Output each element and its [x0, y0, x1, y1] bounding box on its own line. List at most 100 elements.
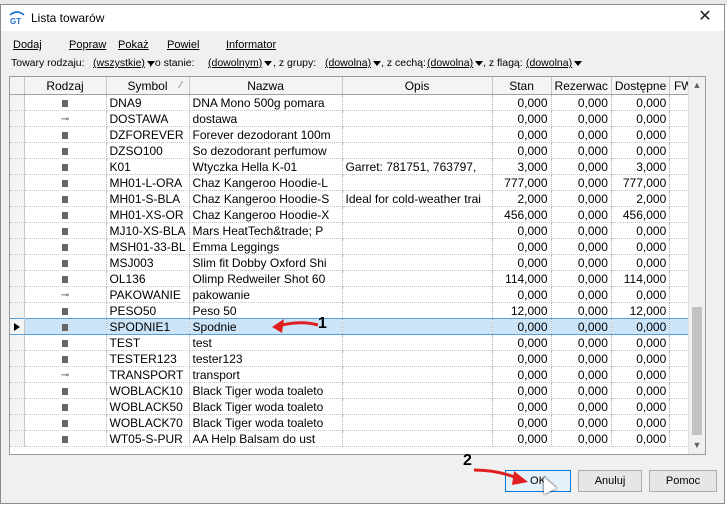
- cell-name: Chaz Kangeroo Hoodie-L: [189, 174, 343, 191]
- cell-name: Forever dezodorant 100m: [189, 126, 343, 143]
- row-indicator: [10, 110, 25, 127]
- cell-reserved: 0,000: [551, 334, 612, 351]
- table-row[interactable]: MSJ003 Slim fit Dobby Oxford Shi 0,000 0,00…: [10, 254, 698, 271]
- table-row[interactable]: PESO50 Peso 50 12,000 0,000 12,000: [10, 302, 698, 319]
- table-row[interactable]: WOBLACK50 Black Tiger woda toaleto 0,000 0,…: [10, 398, 698, 415]
- cell-stock: 0,000: [492, 398, 552, 415]
- product-grid: Rodzaj Symbol Nazwa Opis Stan Rezerwac D…: [9, 76, 706, 455]
- header-stock[interactable]: Stan: [492, 77, 552, 95]
- table-row[interactable]: MH01-S-BLA Chaz Kangeroo Hoodie-S Ideal fo…: [10, 190, 698, 207]
- vertical-scrollbar[interactable]: ▲ ▼: [688, 77, 705, 454]
- table-row[interactable]: WOBLACK10 Black Tiger woda toaleto 0,000 0,…: [10, 382, 698, 399]
- menu-add[interactable]: Dodaj: [13, 39, 42, 51]
- cell-symbol: DNA9: [106, 94, 190, 111]
- cell-name: tester123: [189, 350, 343, 367]
- cell-available: 2,000: [611, 190, 671, 207]
- table-row[interactable]: ⊸ DOSTAWA dostawa 0,000 0,000 0,000: [10, 110, 698, 127]
- cell-reserved: 0,000: [551, 222, 612, 239]
- menu-edit[interactable]: Popraw: [69, 39, 106, 51]
- product-icon: [62, 355, 68, 363]
- header-reserved[interactable]: Rezerwac: [551, 77, 612, 95]
- cell-symbol: TRANSPORT: [106, 366, 190, 383]
- product-icon: [62, 387, 68, 395]
- menu-informator[interactable]: Informator: [226, 39, 276, 51]
- cell-stock: 777,000: [492, 174, 552, 191]
- cell-description: [342, 238, 493, 255]
- filter-state-select[interactable]: (dowolnym): [208, 57, 273, 69]
- scrollbar-thumb[interactable]: [692, 307, 702, 435]
- cell-reserved: 0,000: [551, 430, 612, 447]
- menu-duplicate[interactable]: Powiel: [167, 39, 199, 51]
- filter-kind-label: Towary rodzaju:: [11, 57, 85, 69]
- cell-reserved: 0,000: [551, 398, 612, 415]
- cell-reserved: 0,000: [551, 350, 612, 367]
- cell-reserved: 0,000: [551, 158, 612, 175]
- header-available[interactable]: Dostępne: [611, 77, 671, 95]
- cell-available: 0,000: [611, 254, 671, 271]
- header-kind[interactable]: Rodzaj: [24, 77, 107, 95]
- table-row[interactable]: WOBLACK70 Black Tiger woda toaleto 0,000 0,…: [10, 414, 698, 431]
- filter-kind-value: (wszystkie): [93, 57, 145, 69]
- header-description[interactable]: Opis: [342, 77, 493, 95]
- cell-available: 0,000: [611, 286, 671, 303]
- row-indicator: [10, 190, 25, 207]
- filter-group-select[interactable]: (dowolna): [325, 57, 382, 69]
- cell-description: [342, 94, 493, 111]
- menu-bar: Dodaj Popraw Pokaż Powiel Informator: [1, 35, 724, 53]
- table-row[interactable]: ⊸ PAKOWANIE pakowanie 0,000 0,000 0,000: [10, 286, 698, 303]
- row-indicator: [10, 158, 25, 175]
- table-row[interactable]: ⊸ TRANSPORT transport 0,000 0,000 0,000: [10, 366, 698, 383]
- cell-stock: 0,000: [492, 414, 552, 431]
- cell-kind: [24, 206, 107, 223]
- cell-symbol: MH01-S-BLA: [106, 190, 190, 207]
- table-row[interactable]: DNA9 DNA Mono 500g pomara 0,000 0,000 0,000: [10, 94, 698, 111]
- filter-feature-select[interactable]: (dowolna): [427, 57, 484, 69]
- cell-kind: [24, 302, 107, 319]
- table-row[interactable]: WT05-S-PUR AA Help Balsam do ust 0,000 0,00…: [10, 430, 698, 447]
- cell-stock: 0,000: [492, 142, 552, 159]
- row-indicator: [10, 222, 25, 239]
- cell-description: [342, 142, 493, 159]
- cell-kind: [24, 222, 107, 239]
- cell-stock: 0,000: [492, 350, 552, 367]
- table-row[interactable]: MH01-XS-OR Chaz Kangeroo Hoodie-X 456,000 0…: [10, 206, 698, 223]
- help-button[interactable]: Pomoc: [649, 470, 717, 492]
- table-row[interactable]: MSH01-33-BL Emma Leggings 0,000 0,000 0,000: [10, 238, 698, 255]
- filter-flag-select[interactable]: (dowolna): [526, 57, 583, 69]
- svg-text:GT: GT: [10, 17, 21, 25]
- cell-kind: ⊸: [24, 366, 107, 383]
- row-indicator: [10, 302, 25, 319]
- cell-stock: 0,000: [492, 238, 552, 255]
- row-indicator: [10, 270, 25, 287]
- filter-kind-select[interactable]: (wszystkie): [93, 57, 155, 69]
- cell-kind: ⊸: [24, 110, 107, 127]
- table-row[interactable]: SPODNIE1 Spodnie 0,000 0,000 0,000: [10, 318, 698, 335]
- cell-stock: 0,000: [492, 366, 552, 383]
- table-row[interactable]: TEST test 0,000 0,000 0,000: [10, 334, 698, 351]
- table-row[interactable]: DZFOREVER Forever dezodorant 100m 0,000 0,0…: [10, 126, 698, 143]
- product-icon: [62, 227, 68, 235]
- scroll-up-icon[interactable]: ▲: [689, 77, 705, 94]
- cell-available: 777,000: [611, 174, 671, 191]
- table-row[interactable]: TESTER123 tester123 0,000 0,000 0,000: [10, 350, 698, 367]
- cell-kind: [24, 142, 107, 159]
- cell-stock: 2,000: [492, 190, 552, 207]
- menu-show[interactable]: Pokaż: [118, 39, 149, 51]
- table-row[interactable]: MJ10-XS-BLA Mars HeatTech&trade; P 0,000 0,…: [10, 222, 698, 239]
- cell-name: transport: [189, 366, 343, 383]
- cancel-button[interactable]: Anuluj: [578, 470, 642, 492]
- table-row[interactable]: K01 Wtyczka Hella K-01 Garret: 781751, 763…: [10, 158, 698, 175]
- scroll-down-icon[interactable]: ▼: [689, 437, 705, 454]
- header-symbol[interactable]: Symbol: [106, 77, 190, 95]
- product-icon: [62, 307, 68, 315]
- cell-kind: [24, 238, 107, 255]
- table-row[interactable]: OL136 Olimp Redweiler Shot 60 114,000 0,000…: [10, 270, 698, 287]
- table-row[interactable]: DZSO100 So dezodorant perfumow 0,000 0,000 0…: [10, 142, 698, 159]
- table-row[interactable]: MH01-L-ORA Chaz Kangeroo Hoodie-L 777,000 0…: [10, 174, 698, 191]
- close-icon[interactable]: ✕: [690, 5, 720, 29]
- cell-description: [342, 366, 493, 383]
- cell-name: Emma Leggings: [189, 238, 343, 255]
- cell-symbol: TESTER123: [106, 350, 190, 367]
- header-name[interactable]: Nazwa: [189, 77, 343, 95]
- service-icon: ⊸: [60, 113, 70, 125]
